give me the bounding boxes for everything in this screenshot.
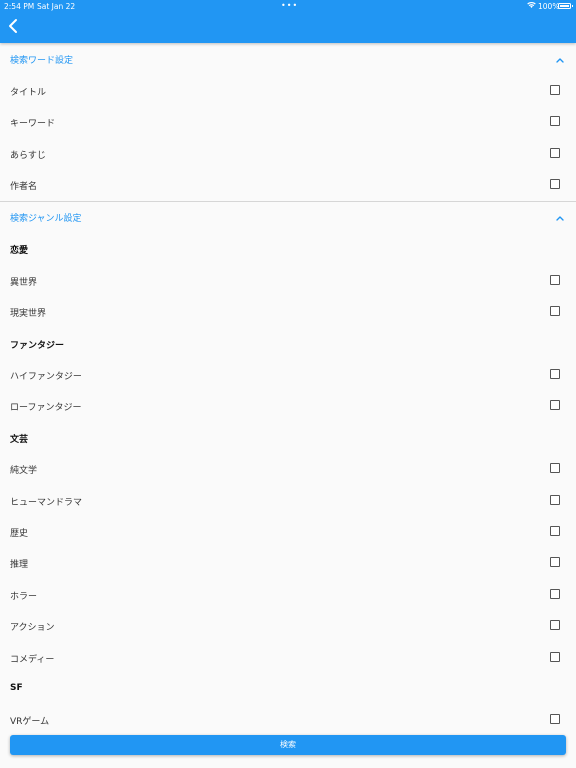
option-label: 純文学 [10,466,38,477]
option-label: 現実世界 [10,309,47,320]
option-label: VRゲーム [10,717,50,728]
option-label: あらすじ [10,150,46,161]
option-label: 異世界 [10,277,38,288]
chevron-up-icon[interactable] [553,210,567,224]
option-row[interactable]: アクション [0,610,576,641]
option-row[interactable]: ローファンタジー [0,390,576,421]
checkbox[interactable] [550,651,560,662]
option-row[interactable]: VRゲーム [0,704,576,735]
checkbox[interactable] [550,526,560,536]
category-label: ファンタジー [10,340,65,351]
checkbox[interactable] [550,274,560,285]
option-label: ハイファンタジー [10,372,82,382]
option-label: ホラー [10,591,38,602]
checkbox[interactable] [550,557,560,568]
genre-category: 恋愛 [0,233,576,264]
chevron-up-icon[interactable] [553,52,567,66]
option-label: 歴史 [10,529,29,539]
checkbox[interactable] [550,306,560,317]
section-header-genre[interactable]: 検索ジャンル設定 [0,202,576,232]
status-bar: 2:54 PM Sat Jan 22 ••• 100% [0,0,576,13]
checkbox[interactable] [550,588,560,599]
option-row[interactable]: タイトル [0,75,576,106]
section-title: 検索ジャンル設定 [10,214,82,224]
checkbox[interactable] [550,85,560,95]
option-label: コメディー [10,654,55,665]
checkbox[interactable] [550,400,560,411]
category-label: 恋愛 [10,246,29,257]
genre-category: ファンタジー [0,328,576,359]
section-title: 検索ワード設定 [10,56,74,66]
option-row[interactable]: 現実世界 [0,296,576,327]
category-label: 文芸 [10,434,29,445]
genre-category: SF [0,673,576,704]
search-button[interactable]: 検索 [10,735,566,755]
section-header-word[interactable]: 検索ワード設定 [0,44,576,74]
option-row[interactable]: コメディー [0,642,576,673]
checkbox[interactable] [550,369,560,379]
app-bar: 2:54 PM Sat Jan 22 ••• 100% [0,0,576,43]
battery-percent: 100% [538,2,560,11]
option-row[interactable]: ハイファンタジー [0,359,576,390]
option-label: アクション [10,623,55,634]
option-row[interactable]: ホラー [0,579,576,610]
checkbox[interactable] [550,179,560,190]
status-time: 2:54 PM [4,2,35,11]
checkbox[interactable] [550,714,560,725]
option-row[interactable]: 純文学 [0,453,576,484]
battery-icon [558,3,573,9]
back-button[interactable] [6,17,22,35]
wifi-icon [527,1,536,11]
option-label: キーワード [10,119,56,130]
option-label: 推理 [10,560,29,571]
status-date: Sat Jan 22 [37,2,76,11]
checkbox[interactable] [550,147,560,158]
option-label: ヒューマンドラマ [10,497,83,508]
option-label: ローファンタジー [10,403,82,414]
category-label: SF [10,683,23,693]
checkbox[interactable] [550,494,560,505]
option-row[interactable]: 異世界 [0,265,576,296]
option-row[interactable]: 推理 [0,547,576,578]
option-label: タイトル [10,88,47,98]
option-row[interactable]: ヒューマンドラマ [0,485,576,516]
genre-category: 文芸 [0,422,576,453]
option-label: 作者名 [10,182,38,193]
checkbox[interactable] [550,116,560,127]
chevron-left-icon [9,19,17,33]
option-row[interactable]: 歴史 [0,516,576,547]
multitask-dots[interactable]: ••• [281,1,298,10]
option-row[interactable]: 作者名 [0,169,576,200]
option-row[interactable]: キーワード [0,106,576,137]
checkbox[interactable] [550,620,560,631]
checkbox[interactable] [550,463,560,474]
option-row[interactable]: あらすじ [0,138,576,169]
